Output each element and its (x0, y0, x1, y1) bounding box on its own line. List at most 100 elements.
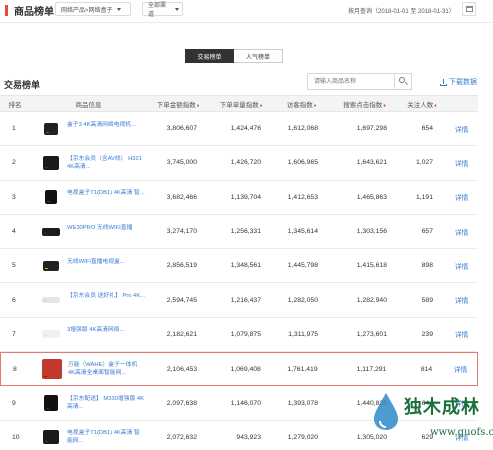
category-select[interactable]: 网络产品>网络盒子 (55, 2, 131, 16)
calendar-icon (466, 6, 473, 12)
visitor-index-cell: 1,279,020 (287, 433, 318, 441)
follower-count-cell: 814 (420, 365, 433, 373)
detail-link[interactable]: 详情 (455, 161, 469, 168)
search-click-index-cell: 1,303,156 (356, 228, 387, 236)
page-title: 商品榜单 (14, 6, 54, 18)
detail-link[interactable]: 详情 (455, 195, 469, 202)
rank-cell: 5 (12, 262, 16, 270)
detail-cell: 详情 (445, 295, 478, 305)
table-row: 3 电视盒子T1(DB1) 4K高清 智... 3,682,466 1,139,704… (0, 181, 478, 215)
product-thumbnail[interactable] (40, 323, 62, 346)
follower-count-cell: 657 (421, 228, 433, 236)
follower-count-cell: 239 (421, 330, 433, 338)
product-thumbnail[interactable] (40, 392, 62, 415)
product-name-link[interactable]: 电视盒子T1(DB1) 4K高清 智... (67, 189, 145, 205)
detail-cell: 详情 (445, 261, 478, 271)
download-data-link[interactable]: 下载数据 (440, 77, 477, 87)
gmv-index-cell: 2,182,621 (166, 330, 197, 338)
product-thumbnail[interactable] (40, 358, 63, 381)
order-index-cell: 1,348,561 (230, 262, 261, 270)
product-info-cell: WE30PRO 无线WIFI直播 (30, 220, 147, 243)
product-info-cell: 【京东会员（含AV线） H321 4K高清... (30, 151, 147, 174)
product-info-cell: 万能（WAHE）盒子一体机 4K高清全桌面智能网... (31, 358, 147, 381)
product-search (307, 73, 412, 90)
rank-cell: 1 (12, 125, 16, 133)
table-row: 2 【京东会员（含AV线） H321 4K高清... 3,745,000 1,426,… (0, 146, 478, 181)
search-click-index-cell: 1,282,940 (356, 296, 387, 304)
table-row: 1 盒子3 4K高清网络电视机... 3,806,607 1,424,476 1,612… (0, 112, 478, 147)
table-row: 7 3增强版 4K高清网络... 2,182,621 1,079,875 1,311,9… (0, 318, 478, 353)
calendar-button[interactable] (462, 2, 476, 16)
channel-select[interactable]: 全部渠道 (142, 2, 183, 18)
product-name-link[interactable]: 【京东会员 送好礼】 Pro 4K... (67, 292, 145, 308)
product-thumbnail[interactable] (40, 151, 62, 174)
detail-cell: 详情 (445, 158, 478, 168)
visitor-index-cell: 1,345,614 (287, 228, 318, 236)
rank-cell: 7 (12, 330, 16, 338)
product-thumbnail[interactable] (40, 254, 62, 277)
search-icon-handle (405, 82, 408, 85)
product-thumbnail[interactable] (40, 220, 62, 243)
tab-trade-ranking[interactable]: 交易榜单 (185, 49, 234, 63)
gmv-index-cell: 2,072,632 (166, 433, 197, 441)
search-input[interactable] (308, 74, 390, 89)
product-name-link[interactable]: 3增强版 4K高清网络... (67, 326, 145, 342)
product-info-cell: 盒子3 4K高清网络电视机... (30, 117, 147, 140)
col-header-orders[interactable]: 下单单量指数♦ (209, 99, 273, 109)
detail-link[interactable]: 详情 (455, 264, 469, 271)
rank-cell: 3 (12, 193, 16, 201)
visitor-index-cell: 1,412,653 (287, 193, 318, 201)
product-name-link[interactable]: 盒子3 4K高清网络电视机... (67, 121, 145, 137)
sort-icon: ♦ (383, 102, 386, 109)
visitor-index-cell: 1,282,050 (287, 296, 318, 304)
product-info-cell: 【京东配送】 M330增强版 4K高清... (30, 392, 147, 415)
product-name-link[interactable]: 万能（WAHE）盒子一体机 4K高清全桌面智能网... (68, 361, 146, 377)
col-header-followers[interactable]: 关注人数♦ (399, 99, 445, 109)
col-header-search-clicks[interactable]: 搜索点击指数♦ (330, 99, 399, 109)
product-thumbnail[interactable] (40, 426, 62, 449)
gmv-index-cell: 3,806,607 (166, 125, 197, 133)
detail-link[interactable]: 详情 (455, 332, 469, 339)
watermark: 独木成林 www.guofs.com (372, 389, 493, 450)
detail-link[interactable]: 详情 (455, 298, 469, 305)
detail-cell: 详情 (445, 192, 478, 202)
product-name-link[interactable]: WE30PRO 无线WIFI直播 (67, 224, 145, 240)
gmv-index-cell: 2,856,519 (166, 262, 197, 270)
order-index-cell: 1,146,070 (230, 399, 261, 407)
detail-link[interactable]: 详情 (454, 367, 468, 374)
visitor-index-cell: 1,761,419 (287, 365, 318, 373)
channel-select-value: 全部渠道 (148, 3, 167, 18)
visitor-index-cell: 1,612,068 (287, 125, 318, 133)
brand-accent-bar (5, 4, 8, 16)
watermark-logo (374, 393, 398, 430)
category-select-value: 网络产品>网络盒子 (61, 7, 113, 14)
detail-link[interactable]: 详情 (455, 230, 469, 237)
product-name-link[interactable]: 【京东会员（含AV线） H321 4K高清... (67, 155, 145, 171)
download-icon (440, 78, 447, 86)
order-index-cell: 1,079,875 (230, 330, 261, 338)
product-thumbnail[interactable] (40, 117, 62, 140)
detail-link[interactable]: 详情 (455, 127, 469, 134)
table-row: 4 WE30PRO 无线WIFI直播 3,274,170 1,256,331 1,345… (0, 215, 478, 250)
product-name-link[interactable]: 无线WIFI直播电视盒... (67, 258, 145, 274)
header-divider (0, 22, 493, 23)
detail-cell: 详情 (444, 364, 477, 374)
tab-popularity-ranking[interactable]: 人气榜单 (234, 49, 283, 63)
gmv-index-cell: 2,594,745 (166, 296, 197, 304)
col-header-visitors[interactable]: 访客指数♦ (273, 99, 330, 109)
product-name-link[interactable]: 【京东配送】 M330增强版 4K高清... (67, 395, 145, 411)
follower-count-cell: 654 (421, 125, 433, 133)
product-name-link[interactable]: 电视盒子T1(DB1) 4K高清 智能网... (67, 429, 145, 445)
col-header-gmv[interactable]: 下单金额指数♦ (147, 99, 209, 109)
follower-count-cell: 1,191 (415, 193, 433, 201)
gmv-index-cell: 2,106,453 (166, 365, 198, 373)
sort-icon: ♦ (259, 102, 263, 109)
gmv-index-cell: 3,274,170 (166, 228, 197, 236)
product-thumbnail[interactable] (40, 289, 62, 312)
product-thumbnail[interactable] (40, 186, 62, 209)
table-header: 排名 商品信息 下单金额指数♦ 下单单量指数♦ 访客指数♦ 搜索点击指数♦ 关注… (0, 95, 478, 112)
order-index-cell: 1,069,408 (230, 365, 261, 373)
order-index-cell: 1,139,704 (230, 193, 261, 201)
gmv-index-cell: 2,097,638 (166, 399, 197, 407)
search-button[interactable] (394, 74, 411, 89)
